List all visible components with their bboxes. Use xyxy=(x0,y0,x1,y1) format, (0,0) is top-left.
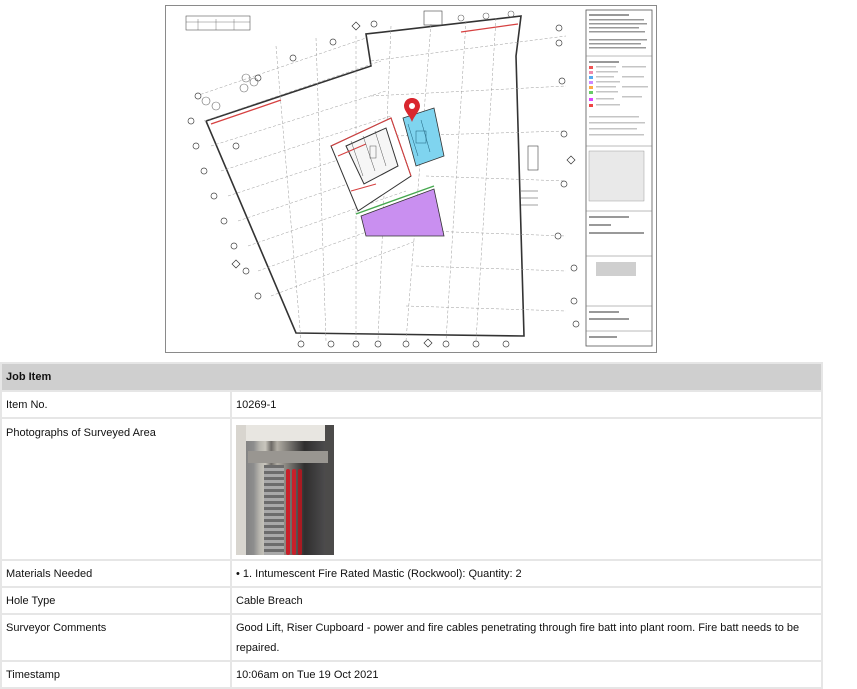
hole-type-value: Cable Breach xyxy=(232,588,821,613)
table-row: Materials Needed • 1. Intumescent Fire R… xyxy=(2,561,821,586)
table-row: Hole Type Cable Breach xyxy=(2,588,821,613)
item-no-label: Item No. xyxy=(2,392,230,417)
table-row: Surveyor Comments Good Lift, Riser Cupbo… xyxy=(2,615,821,660)
comments-label: Surveyor Comments xyxy=(2,615,230,660)
timestamp-label: Timestamp xyxy=(2,662,230,687)
floor-plan-svg xyxy=(185,9,653,348)
materials-label: Materials Needed xyxy=(2,561,230,586)
surveyed-area-photo[interactable] xyxy=(236,425,334,555)
job-item-table: Job Item Item No. 10269-1 Photographs of… xyxy=(0,362,823,689)
timestamp-value: 10:06am on Tue 19 Oct 2021 xyxy=(232,662,821,687)
table-row: Photographs of Surveyed Area xyxy=(2,419,821,559)
comments-value: Good Lift, Riser Cupboard - power and fi… xyxy=(232,615,821,660)
hole-type-label: Hole Type xyxy=(2,588,230,613)
floor-plan-drawing xyxy=(165,5,657,353)
materials-value: • 1. Intumescent Fire Rated Mastic (Rock… xyxy=(232,561,821,586)
photos-cell xyxy=(232,419,821,559)
table-row: Item No. 10269-1 xyxy=(2,392,821,417)
item-no-value: 10269-1 xyxy=(232,392,821,417)
job-item-header: Job Item xyxy=(2,364,821,390)
photos-label: Photographs of Surveyed Area xyxy=(2,419,230,559)
table-row: Timestamp 10:06am on Tue 19 Oct 2021 xyxy=(2,662,821,687)
